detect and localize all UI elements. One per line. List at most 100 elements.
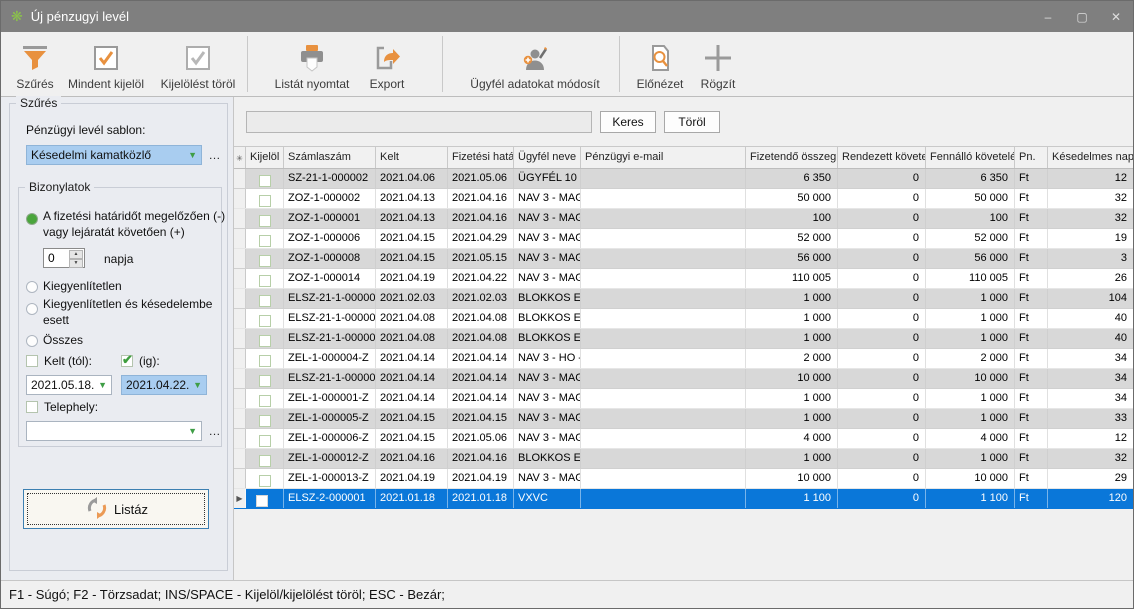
clear-search-button[interactable]: Töröl [664,111,720,133]
close-button[interactable]: ✕ [1099,1,1133,32]
table-row[interactable]: ZOZ-1-0000142021.04.192021.04.22NAV 3 - … [234,269,1133,289]
minimize-button[interactable]: – [1031,1,1065,32]
column-header-fizetendo[interactable]: Fizetendő összeg [746,147,838,168]
row-checkbox[interactable] [259,195,271,207]
record-label: Rögzít [701,77,736,91]
column-header-kesedelmes[interactable]: Késedelmes napok [1048,147,1133,168]
row-checkbox[interactable] [259,335,271,347]
table-row[interactable]: ELSZ-21-1-0000072021.04.082021.04.08BLOK… [234,329,1133,349]
spin-up-icon[interactable]: ▲ [69,250,83,259]
table-row[interactable]: ZEL-1-000001-Z2021.04.142021.04.14NAV 3 … [234,389,1133,409]
row-checkbox[interactable] [256,495,268,507]
cell-pn: Ft [1015,369,1048,388]
row-checkbox[interactable] [259,175,271,187]
cell-pn: Ft [1015,449,1048,468]
column-header-email[interactable]: Pénzügyi e-mail [581,147,746,168]
radio-osszes[interactable] [26,335,38,347]
print-list-button[interactable]: Listát nyomtat [266,32,358,96]
table-row[interactable]: ZEL-1-000005-Z2021.04.152021.04.15NAV 3 … [234,409,1133,429]
column-header-fennallo[interactable]: Fennálló követelés [926,147,1015,168]
ig-date-picker[interactable]: 2021.04.22. ▼ [121,375,207,395]
row-checkbox[interactable] [259,455,271,467]
table-row[interactable]: SZ-21-1-0000022021.04.062021.05.06ÜGYFÉL… [234,169,1133,189]
listaz-button[interactable]: Listáz [23,489,209,529]
column-header-szamlaszam[interactable]: Számlaszám [284,147,376,168]
table-row[interactable]: ZOZ-1-0000062021.04.152021.04.29NAV 3 - … [234,229,1133,249]
table-row[interactable]: ELSZ-21-1-0000062021.04.082021.04.08BLOK… [234,309,1133,329]
radio-kiegyenlitetlen[interactable] [26,281,38,293]
kelt-tol-label: Kelt (tól): [44,354,92,368]
column-header-kelt[interactable]: Kelt [376,147,448,168]
row-checkbox[interactable] [259,395,271,407]
cell-kesedelmes: 19 [1048,229,1133,248]
table-row[interactable]: ZEL-1-000013-Z2021.04.192021.04.19NAV 3 … [234,469,1133,489]
spin-down-icon[interactable]: ▼ [69,259,83,268]
filter-button[interactable]: Szűrés [9,32,61,96]
row-checkbox[interactable] [259,275,271,287]
table-row[interactable]: ZEL-1-000004-Z2021.04.142021.04.14NAV 3 … [234,349,1133,369]
select-all-button[interactable]: Mindent kijelöl [61,32,151,96]
column-header-fizetesi[interactable]: Fizetési határidő [448,147,514,168]
kelt-tol-checkbox[interactable] [26,355,38,367]
row-checkbox[interactable] [259,375,271,387]
record-button[interactable]: Rögzít [690,32,746,96]
row-checkbox[interactable] [259,235,271,247]
cell-email [581,489,746,508]
cell-fennallo: 6 350 [926,169,1015,188]
cell-ugyfel: BLOKKOS ELA [514,309,581,328]
table-row[interactable]: ZOZ-1-0000012021.04.132021.04.16NAV 3 - … [234,209,1133,229]
telephely-browse-button[interactable]: … [204,421,226,441]
kelt-tol-date-picker[interactable]: 2021.05.18. ▼ [26,375,112,395]
table-row[interactable]: ELSZ-21-1-0000022021.02.032021.02.03BLOK… [234,289,1133,309]
toolbar-separator [247,36,248,92]
chevron-down-icon: ▼ [98,380,107,390]
telephely-checkbox[interactable] [26,401,38,413]
table-row[interactable]: ZOZ-1-0000022021.04.132021.04.16NAV 3 - … [234,189,1133,209]
column-header-rendezett[interactable]: Rendezett követelés [838,147,926,168]
clear-selection-button[interactable]: Kijelölést töröl [151,32,245,96]
telephely-dropdown[interactable]: ▼ [26,421,202,441]
table-row[interactable]: ZEL-1-000006-Z2021.04.152021.05.06NAV 3 … [234,429,1133,449]
cell-kijel [246,469,284,488]
row-checkbox[interactable] [259,255,271,267]
column-header-indicator[interactable]: ✳ [234,147,246,168]
window-title: Új pénzugyi levél [31,9,129,24]
row-checkbox[interactable] [259,315,271,327]
table-row[interactable]: ▶ELSZ-2-0000012021.01.182021.01.18VXVC1 … [234,489,1133,509]
export-button[interactable]: Export [358,32,416,96]
radio-kesedelembe[interactable] [26,303,38,315]
template-browse-button[interactable]: … [204,145,226,165]
cell-indicator [234,449,246,468]
column-header-pn[interactable]: Pn. [1015,147,1048,168]
template-dropdown[interactable]: Késedelmi kamatközlő ▼ [26,145,202,165]
preview-button[interactable]: Előnézet [630,32,690,96]
cell-kijel [246,489,284,508]
napja-stepper[interactable]: 0 ▲ ▼ [43,248,85,268]
telephely-label: Telephely: [44,400,98,414]
radio-kesedelembe-label2: esett [43,313,69,327]
table-row[interactable]: ZOZ-1-0000082021.04.152021.05.15NAV 3 - … [234,249,1133,269]
table-row[interactable]: ELSZ-21-1-0000082021.04.142021.04.14NAV … [234,369,1133,389]
column-header-ugyfel[interactable]: Ügyfél neve [514,147,581,168]
cell-kelt: 2021.04.14 [376,349,448,368]
table-row[interactable]: ZEL-1-000012-Z2021.04.162021.04.16BLOKKO… [234,449,1133,469]
maximize-button[interactable]: ▢ [1065,1,1099,32]
row-checkbox[interactable] [259,355,271,367]
row-checkbox[interactable] [259,475,271,487]
cell-indicator [234,309,246,328]
cell-fizetesi: 2021.04.14 [448,389,514,408]
search-input[interactable] [246,111,592,133]
ig-checkbox[interactable]: ✔ [121,355,133,367]
column-header-kijel[interactable]: Kijelöl [246,147,284,168]
row-checkbox[interactable] [259,295,271,307]
row-checkbox[interactable] [259,415,271,427]
row-checkbox[interactable] [259,435,271,447]
cell-rendezett: 0 [838,169,926,188]
row-checkbox[interactable] [259,215,271,227]
toolbar-separator [619,36,620,92]
edit-customer-button[interactable]: Ügyfél adatokat módosít [459,32,611,96]
cell-kelt: 2021.04.15 [376,249,448,268]
search-button[interactable]: Keres [600,111,656,133]
cell-fizetesi: 2021.04.15 [448,409,514,428]
radio-hataridot[interactable] [26,213,38,225]
